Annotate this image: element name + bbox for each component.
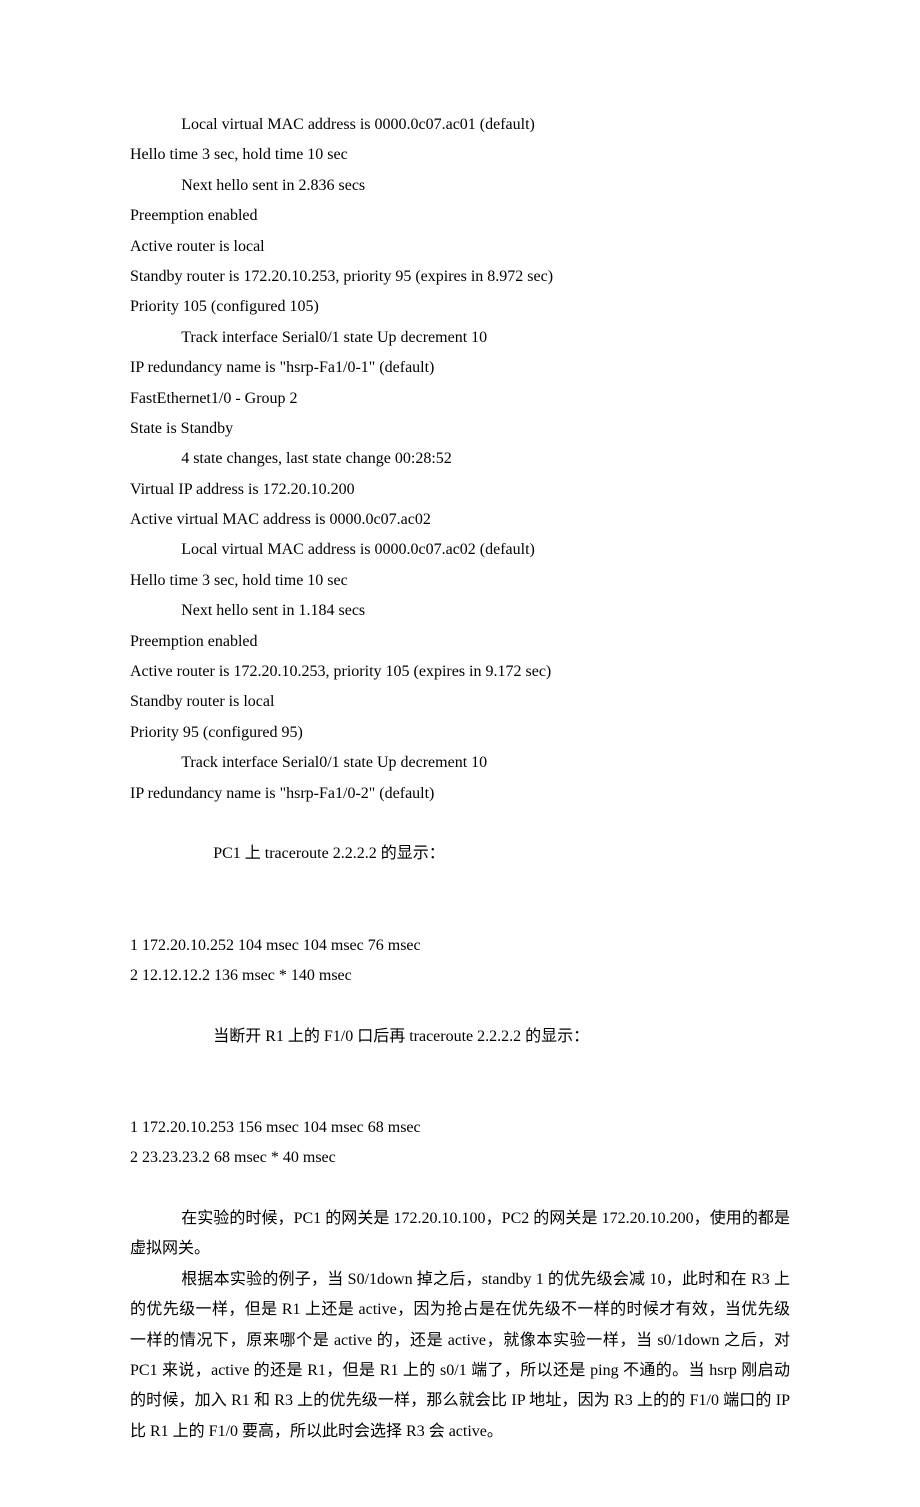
- output-line: 4 state changes, last state change 00:28…: [130, 444, 790, 474]
- output-line: Local virtual MAC address is 0000.0c07.a…: [130, 535, 790, 565]
- output-line: Priority 105 (configured 105): [130, 292, 790, 322]
- output-line: IP redundancy name is "hsrp-Fa1/0-2" (de…: [130, 779, 790, 809]
- output-line: Local virtual MAC address is 0000.0c07.a…: [130, 110, 790, 140]
- output-line: Priority 95 (configured 95): [130, 718, 790, 748]
- heading-line: PC1 上 traceroute 2.2.2.2 的显示：: [130, 839, 790, 869]
- output-line: Active router is local: [130, 232, 790, 262]
- output-line: Active router is 172.20.10.253, priority…: [130, 657, 790, 687]
- paragraph: 在实验的时候，PC1 的网关是 172.20.10.100，PC2 的网关是 1…: [130, 1204, 790, 1265]
- output-line: Standby router is local: [130, 687, 790, 717]
- output-line: Track interface Serial0/1 state Up decre…: [130, 748, 790, 778]
- traceroute-line: 1 172.20.10.252 104 msec 104 msec 76 mse…: [130, 931, 790, 961]
- traceroute-line: 1 172.20.10.253 156 msec 104 msec 68 mse…: [130, 1113, 790, 1143]
- output-line: Hello time 3 sec, hold time 10 sec: [130, 566, 790, 596]
- output-line: Next hello sent in 2.836 secs: [130, 171, 790, 201]
- output-line: Hello time 3 sec, hold time 10 sec: [130, 140, 790, 170]
- paragraph: 根据本实验的例子，当 S0/1down 掉之后，standby 1 的优先级会减…: [130, 1265, 790, 1447]
- output-line: Next hello sent in 1.184 secs: [130, 596, 790, 626]
- traceroute-line: 2 12.12.12.2 136 msec * 140 msec: [130, 961, 790, 991]
- output-line: Virtual IP address is 172.20.10.200: [130, 475, 790, 505]
- heading-line: 当断开 R1 上的 F1/0 口后再 traceroute 2.2.2.2 的显…: [130, 1022, 790, 1052]
- output-line: FastEthernet1/0 - Group 2: [130, 384, 790, 414]
- output-line: Track interface Serial0/1 state Up decre…: [130, 323, 790, 353]
- output-line: Active virtual MAC address is 0000.0c07.…: [130, 505, 790, 535]
- output-line: Preemption enabled: [130, 201, 790, 231]
- traceroute-line: 2 23.23.23.2 68 msec * 40 msec: [130, 1143, 790, 1173]
- output-line: IP redundancy name is "hsrp-Fa1/0-1" (de…: [130, 353, 790, 383]
- output-line: State is Standby: [130, 414, 790, 444]
- output-line: Preemption enabled: [130, 627, 790, 657]
- output-line: Standby router is 172.20.10.253, priorit…: [130, 262, 790, 292]
